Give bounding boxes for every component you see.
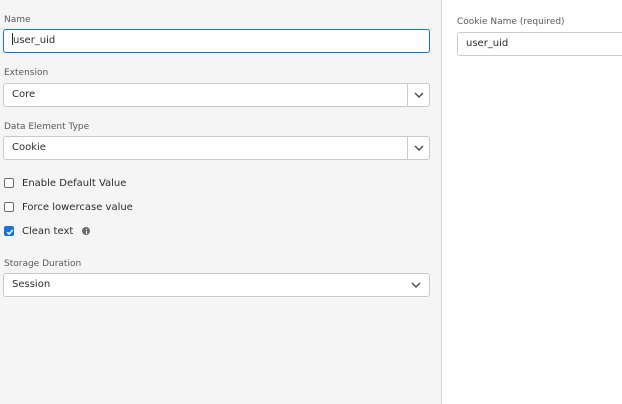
enable-default-value-checkbox[interactable]: Enable Default Value (4, 176, 126, 190)
storage-duration-label: Storage Duration (4, 259, 82, 269)
data-element-type-label: Data Element Type (4, 122, 90, 132)
cookie-name-label: Cookie Name (required) (457, 17, 565, 27)
name-input[interactable]: user_uid (3, 29, 430, 53)
info-icon[interactable] (82, 227, 91, 235)
clean-text-checkbox[interactable]: Clean text (4, 224, 91, 238)
checkbox-box[interactable] (4, 202, 14, 212)
data-element-type-value: Cookie (12, 142, 46, 153)
force-lowercase-checkbox[interactable]: Force lowercase value (4, 200, 133, 214)
chevron-down-icon (414, 145, 423, 151)
data-element-type-dropdown-button[interactable] (407, 137, 429, 159)
extension-select[interactable]: Core (3, 83, 430, 107)
checkmark-icon (6, 229, 14, 236)
name-label: Name (4, 15, 31, 25)
storage-duration-value: Session (12, 279, 51, 290)
name-input-value: user_uid (13, 35, 56, 46)
settings-panel: Cookie Name (required) user_uid (442, 0, 622, 404)
checkbox-label: Enable Default Value (22, 177, 127, 189)
data-element-type-select[interactable]: Cookie (3, 136, 430, 160)
checkbox-label: Clean text (22, 225, 74, 237)
form-panel: Name user_uid Extension Core Data Elemen… (0, 0, 441, 404)
checkbox-box[interactable] (4, 226, 14, 236)
extension-select-value: Core (12, 89, 36, 100)
cookie-name-input[interactable]: user_uid (457, 32, 622, 56)
checkbox-label: Force lowercase value (22, 201, 133, 213)
extension-label: Extension (4, 68, 49, 78)
cookie-name-value: user_uid (466, 38, 509, 49)
storage-duration-select[interactable]: Session (3, 273, 430, 297)
chevron-down-icon (414, 92, 423, 98)
chevron-down-icon (411, 282, 421, 288)
checkbox-box[interactable] (4, 178, 14, 188)
extension-dropdown-button[interactable] (407, 84, 429, 106)
